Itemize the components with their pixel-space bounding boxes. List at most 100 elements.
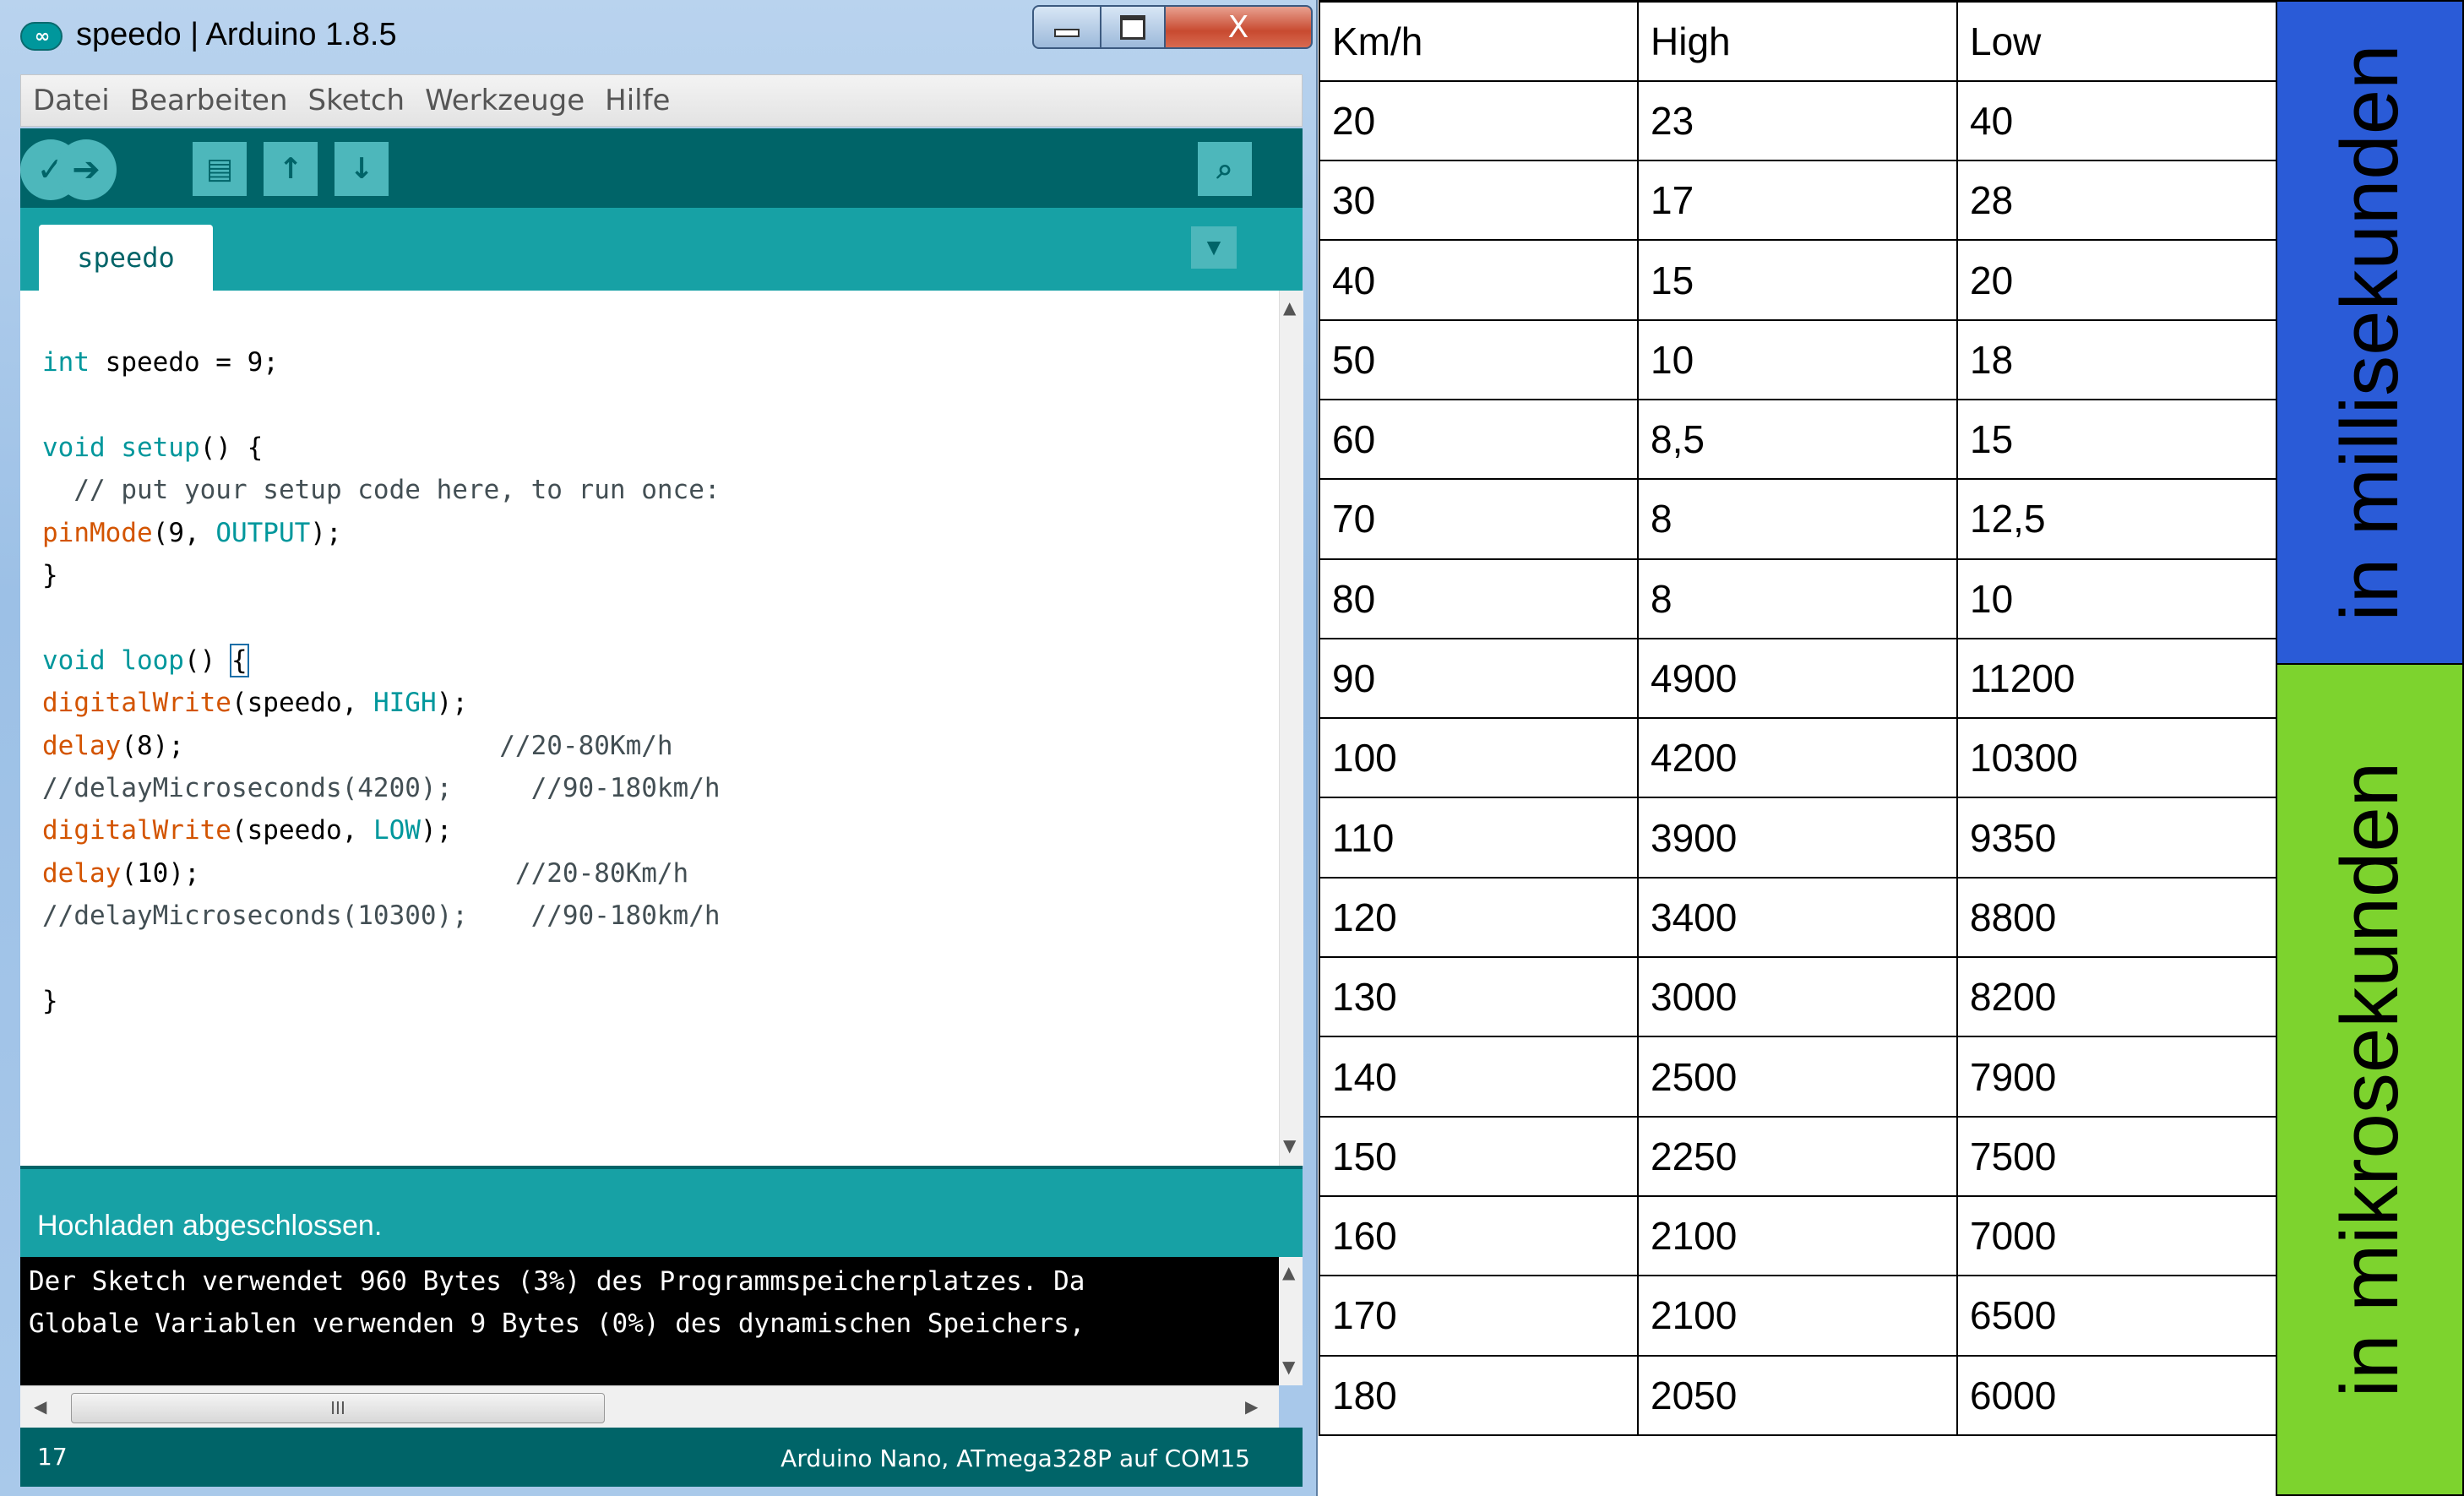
speed-timing-table: Km/h High Low 20 23 40 30 17 28 40 15 20 50 10 18 60… xyxy=(1319,0,2277,1436)
console-line: Der Sketch verwendet 960 Bytes (3%) des … xyxy=(29,1266,1085,1297)
upload-button[interactable]: ➔ xyxy=(56,139,117,200)
code-token: ); xyxy=(420,815,453,846)
code-token: () xyxy=(183,645,231,676)
table-row: 150 2250 7500 xyxy=(1319,1115,2277,1197)
console-text: Der Sketch verwendet 960 Bytes (3%) des … xyxy=(29,1260,1270,1345)
cell-high: 2050 xyxy=(1637,1354,1958,1436)
console-horizontal-scrollbar[interactable]: ◀ III ▶ xyxy=(20,1385,1279,1428)
cell-low: 6000 xyxy=(1956,1354,2277,1436)
table-row: 180 2050 6000 xyxy=(1319,1354,2277,1436)
code-token: setup xyxy=(105,432,200,463)
code-token: (speedo, xyxy=(231,815,373,846)
code-token: () { xyxy=(199,432,264,463)
arduino-logo-icon: ∞ xyxy=(20,22,63,51)
close-button[interactable]: X xyxy=(1166,5,1313,49)
table-row: 80 8 10 xyxy=(1319,558,2277,639)
arrow-right-icon: ➔ xyxy=(72,150,101,189)
cell-high: 2100 xyxy=(1637,1275,1958,1357)
cell-high: 4900 xyxy=(1637,637,1958,720)
code-text[interactable]: int speedo = 9; void setup() { // put yo… xyxy=(42,341,721,1023)
code-token: digitalWrite xyxy=(42,815,231,846)
close-icon: X xyxy=(1227,9,1249,45)
cell-kmh: 20 xyxy=(1319,79,1639,162)
table-row: 120 3400 8800 xyxy=(1319,876,2277,959)
chevron-down-icon: ▼ xyxy=(1202,234,1226,260)
arduino-ide-window: ∞ speedo | Arduino 1.8.5 X Datei Bearbei… xyxy=(0,0,1318,1496)
table-row: 100 4200 10300 xyxy=(1319,717,2277,799)
scroll-right-icon[interactable]: ▶ xyxy=(1245,1396,1258,1417)
console-vertical-scrollbar[interactable]: ▲ ▼ xyxy=(1279,1257,1303,1385)
code-token: ); xyxy=(436,688,468,719)
table-header-row: Km/h High Low xyxy=(1319,0,2277,82)
minimize-icon xyxy=(1054,29,1080,37)
table-row: 20 23 40 xyxy=(1319,79,2277,162)
cell-high: 23 xyxy=(1637,79,1958,162)
menu-werkzeuge[interactable]: Werkzeuge xyxy=(425,84,585,117)
cell-low: 9350 xyxy=(1956,797,2277,879)
code-token: HIGH xyxy=(373,688,437,719)
unit-band-microseconds: in mikrosekunden xyxy=(2276,665,2464,1496)
table-row: 60 8,5 15 xyxy=(1319,398,2277,481)
open-button[interactable]: ↑ xyxy=(264,142,318,196)
cell-low: 7900 xyxy=(1956,1036,2277,1118)
code-token: (9, xyxy=(152,517,216,548)
cell-low: 7500 xyxy=(1956,1115,2277,1197)
code-token: void xyxy=(42,645,106,676)
maximize-button[interactable] xyxy=(1101,5,1166,49)
code-comment: //20-80Km/h xyxy=(499,730,673,761)
cell-kmh: 130 xyxy=(1319,956,1639,1038)
minimize-button[interactable] xyxy=(1032,5,1101,49)
scroll-down-icon[interactable]: ▼ xyxy=(1282,1357,1295,1377)
toolbar: ✓ ➔ ▤ ↑ ↓ ⌕ xyxy=(20,128,1303,208)
table-row: 140 2500 7900 xyxy=(1319,1036,2277,1118)
scrollbar-thumb[interactable]: III xyxy=(71,1393,605,1423)
scroll-left-icon[interactable]: ◀ xyxy=(34,1396,46,1417)
cell-kmh: 50 xyxy=(1319,318,1639,400)
title-bar: ∞ speedo | Arduino 1.8.5 X xyxy=(0,0,1318,73)
code-editor[interactable]: int speedo = 9; void setup() { // put yo… xyxy=(20,291,1303,1166)
tab-menu-button[interactable]: ▼ xyxy=(1191,226,1237,269)
console-output[interactable]: Der Sketch verwendet 960 Bytes (3%) des … xyxy=(20,1257,1303,1385)
magnifier-icon: ⌕ xyxy=(1216,152,1233,186)
save-button[interactable]: ↓ xyxy=(335,142,389,196)
cell-low: 28 xyxy=(1956,160,2277,242)
new-sketch-button[interactable]: ▤ xyxy=(193,142,247,196)
code-comment: //20-80Km/h xyxy=(514,857,689,889)
maximize-icon xyxy=(1120,14,1145,40)
cell-high: 8,5 xyxy=(1637,398,1958,481)
cell-kmh: 160 xyxy=(1319,1194,1639,1277)
code-token: (10); xyxy=(121,857,515,889)
scroll-down-icon[interactable]: ▼ xyxy=(1283,1135,1296,1156)
cell-low: 40 xyxy=(1956,79,2277,162)
menu-hilfe[interactable]: Hilfe xyxy=(605,84,670,117)
code-token: loop xyxy=(105,645,184,676)
scroll-up-icon[interactable]: ▲ xyxy=(1283,297,1296,318)
editor-vertical-scrollbar[interactable]: ▲ ▼ xyxy=(1279,291,1303,1166)
menu-sketch[interactable]: Sketch xyxy=(308,84,405,117)
cell-low: 10 xyxy=(1956,558,2277,639)
serial-monitor-button[interactable]: ⌕ xyxy=(1198,142,1252,196)
cell-kmh: 60 xyxy=(1319,398,1639,481)
cell-low: 6500 xyxy=(1956,1275,2277,1357)
cell-high: 3000 xyxy=(1637,956,1958,1038)
menu-bearbeiten[interactable]: Bearbeiten xyxy=(130,84,288,117)
cell-low: 10300 xyxy=(1956,717,2277,799)
tab-speedo[interactable]: speedo xyxy=(39,225,213,291)
code-comment: //delayMicroseconds(10300); //90-180km/h xyxy=(42,900,721,932)
scroll-up-icon[interactable]: ▲ xyxy=(1282,1262,1295,1282)
speed-timing-table-panel: Km/h High Low 20 23 40 30 17 28 40 15 20 50 10 18 60… xyxy=(1319,0,2464,1496)
cell-high: 2250 xyxy=(1637,1115,1958,1197)
code-token: OUTPUT xyxy=(215,517,311,548)
table-row: 30 17 28 xyxy=(1319,160,2277,242)
cell-kmh: 30 xyxy=(1319,160,1639,242)
console-line: Globale Variablen verwenden 9 Bytes (0%)… xyxy=(29,1308,1085,1339)
cell-low: 11200 xyxy=(1956,637,2277,720)
save-arrow-icon: ↓ xyxy=(349,152,374,186)
menu-datei[interactable]: Datei xyxy=(33,84,110,117)
cell-low: 7000 xyxy=(1956,1194,2277,1277)
code-token: } xyxy=(42,560,58,591)
column-header-kmh: Km/h xyxy=(1319,0,1639,82)
cell-low: 18 xyxy=(1956,318,2277,400)
cell-low: 8800 xyxy=(1956,876,2277,959)
cell-kmh: 80 xyxy=(1319,558,1639,639)
